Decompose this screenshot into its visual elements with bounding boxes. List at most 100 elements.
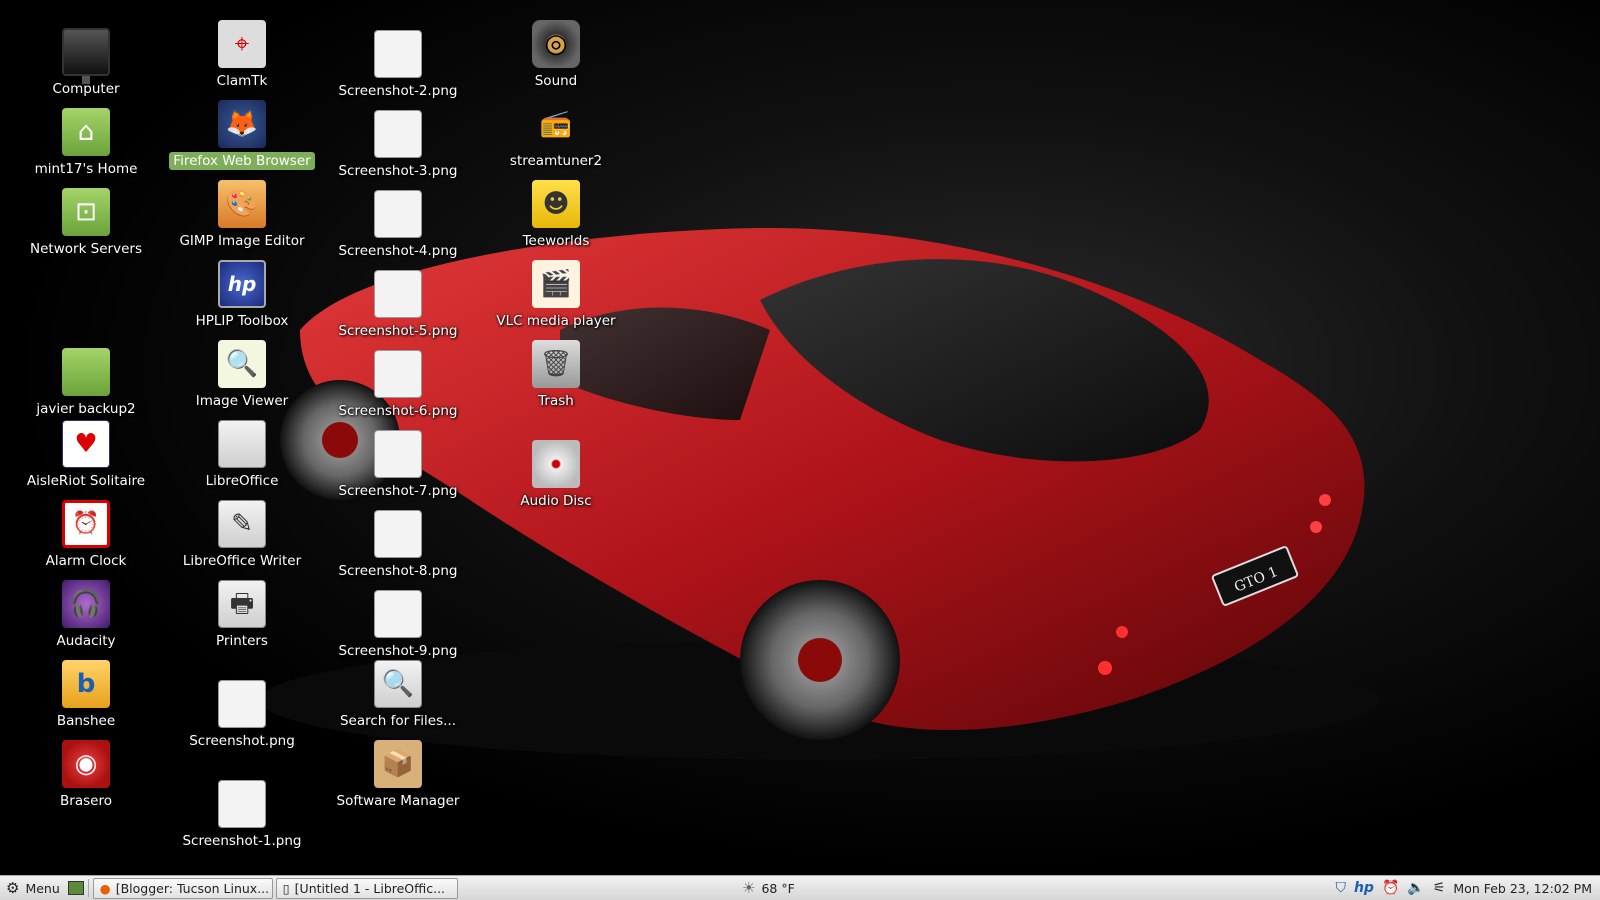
desktop-icon-label: Sound bbox=[534, 73, 578, 89]
taskbar-window-libreoffice[interactable]: ▯ [Untitled 1 - LibreOffic... bbox=[275, 877, 458, 899]
crosshair-icon: ⌖ bbox=[218, 20, 266, 68]
trash-icon: 🗑 bbox=[532, 340, 580, 388]
desktop-icon-label: Alarm Clock bbox=[45, 553, 127, 569]
desktop-icon-label: Brasero bbox=[60, 793, 112, 809]
desktop-icon-software-manager[interactable]: 📦 Software Manager bbox=[323, 740, 473, 810]
desktop-icon-image-viewer[interactable]: 🔍 Image Viewer bbox=[167, 340, 317, 410]
desktop-icon-banshee[interactable]: b Banshee bbox=[11, 660, 161, 730]
weather-applet[interactable]: ☀ 68 °F bbox=[742, 879, 795, 897]
search-icon: 🔍 bbox=[374, 660, 422, 708]
temperature: 68 °F bbox=[761, 880, 795, 896]
desktop-icon-label: mint17's Home bbox=[34, 161, 138, 177]
clock[interactable]: Mon Feb 23, 12:02 PM bbox=[1453, 881, 1592, 896]
taskbar-separator bbox=[87, 879, 89, 897]
desktop-icon-label: Screenshot-4.png bbox=[338, 243, 458, 259]
alarm-clock-icon[interactable]: ⏰ bbox=[1382, 880, 1399, 896]
folder-icon bbox=[62, 348, 110, 396]
desktop-icon-label: Banshee bbox=[56, 713, 116, 729]
desktop-icon-screenshot-8-png[interactable]: Screenshot-8.png bbox=[323, 500, 473, 580]
cards-icon: ♥ bbox=[62, 420, 110, 468]
desktop-icon-label: HPLIP Toolbox bbox=[195, 313, 289, 329]
image-file-icon bbox=[374, 350, 422, 398]
gear-icon: ⚙ bbox=[6, 879, 20, 897]
image-file-icon bbox=[374, 30, 422, 78]
desktop-icon-streamtuner2[interactable]: 📻 streamtuner2 bbox=[481, 100, 631, 170]
desktop-icon-computer[interactable]: Computer bbox=[11, 20, 161, 98]
desktop-icon-label: Image Viewer bbox=[195, 393, 289, 409]
desktop-icon-label: Printers bbox=[216, 633, 268, 649]
network-icon[interactable]: ⚟ bbox=[1433, 880, 1446, 896]
image-file-icon bbox=[374, 510, 422, 558]
desktop-icon-libreoffice-writer[interactable]: ✎ LibreOffice Writer bbox=[167, 500, 317, 570]
menu-button[interactable]: ⚙ Menu bbox=[0, 876, 66, 900]
desktop-icon-label: Screenshot-3.png bbox=[338, 163, 458, 179]
show-desktop-icon[interactable] bbox=[67, 881, 84, 895]
desktop-icon-screenshot-7-png[interactable]: Screenshot-7.png bbox=[323, 420, 473, 500]
image-file-icon bbox=[374, 270, 422, 318]
desktop-icon-screenshot-png[interactable]: Screenshot.png bbox=[167, 670, 317, 750]
desktop-icon-javier-backup2[interactable]: javier backup2 bbox=[11, 340, 161, 418]
desktop-icon-label: Teeworlds bbox=[522, 233, 590, 249]
desktop-icon-clamtk[interactable]: ⌖ ClamTk bbox=[167, 20, 317, 90]
desktop-icon-label: GIMP Image Editor bbox=[179, 233, 305, 249]
desktop-icon-printers[interactable]: 🖶 Printers bbox=[167, 580, 317, 650]
desktop-icon-alarm-clock[interactable]: ⏰ Alarm Clock bbox=[11, 500, 161, 570]
desktop-icon-mint17-s-home[interactable]: ⌂ mint17's Home bbox=[11, 100, 161, 178]
desktop-icon-search-for-files[interactable]: 🔍 Search for Files... bbox=[323, 660, 473, 730]
vlc-icon: 🎬 bbox=[532, 260, 580, 308]
image-file-icon bbox=[374, 590, 422, 638]
desktop-icon-screenshot-3-png[interactable]: Screenshot-3.png bbox=[323, 100, 473, 180]
desktop-icon-trash[interactable]: 🗑 Trash bbox=[481, 340, 631, 410]
desktop-icon-label: Screenshot-5.png bbox=[338, 323, 458, 339]
hp-icon[interactable]: hp bbox=[1354, 880, 1374, 896]
desktop-icon-label: Screenshot-1.png bbox=[182, 833, 302, 849]
desktop-icon-screenshot-1-png[interactable]: Screenshot-1.png bbox=[167, 770, 317, 850]
computer-icon bbox=[62, 28, 110, 84]
document-icon bbox=[218, 420, 266, 468]
desktop-icon-label: Trash bbox=[538, 393, 574, 409]
desktop-icon-vlc-media-player[interactable]: 🎬 VLC media player bbox=[481, 260, 631, 330]
shield-icon[interactable]: ⛉ bbox=[1335, 880, 1346, 896]
package-icon: 📦 bbox=[374, 740, 422, 788]
desktop-icon-hplip-toolbox[interactable]: hp HPLIP Toolbox bbox=[167, 260, 317, 330]
image-file-icon bbox=[374, 110, 422, 158]
desktop-icon-label: Screenshot-6.png bbox=[338, 403, 458, 419]
desktop-icon-screenshot-6-png[interactable]: Screenshot-6.png bbox=[323, 340, 473, 420]
desktop-icon-label: Audacity bbox=[56, 633, 116, 649]
desktop-icon-aisleriot-solitaire[interactable]: ♥ AisleRiot Solitaire bbox=[11, 420, 161, 490]
desktop-icon-label: Screenshot-9.png bbox=[338, 643, 458, 659]
desktop-icon-label: Screenshot.png bbox=[189, 733, 295, 749]
writer-icon: ✎ bbox=[218, 500, 266, 548]
desktop-icon-label: Screenshot-2.png bbox=[338, 83, 458, 99]
gimp-icon: 🎨 bbox=[218, 180, 266, 228]
sun-icon: ☀ bbox=[742, 879, 756, 897]
desktop-icon-label: Screenshot-7.png bbox=[338, 483, 458, 499]
taskbar-window-firefox[interactable]: ● [Blogger: Tucson Linux... bbox=[92, 877, 273, 899]
menu-label: Menu bbox=[25, 880, 60, 896]
desktop-icon-audio-disc[interactable]: 💿 Audio Disc bbox=[481, 440, 631, 510]
taskbar: ⚙ Menu ● [Blogger: Tucson Linux... ▯ [Un… bbox=[0, 875, 1600, 900]
image-file-icon bbox=[218, 680, 266, 728]
system-tray: ⛉ hp ⏰ 🔈 ⚟ Mon Feb 23, 12:02 PM bbox=[1335, 880, 1592, 896]
volume-icon[interactable]: 🔈 bbox=[1407, 880, 1424, 896]
desktop-icon-screenshot-4-png[interactable]: Screenshot-4.png bbox=[323, 180, 473, 260]
speaker-icon: ◎ bbox=[532, 20, 580, 68]
desktop-icon-label: VLC media player bbox=[496, 313, 616, 329]
desktop-icon-audacity[interactable]: 🎧 Audacity bbox=[11, 580, 161, 650]
desktop-icon-label: streamtuner2 bbox=[509, 153, 603, 169]
desktop-icon-network-servers[interactable]: ⊡ Network Servers bbox=[11, 180, 161, 258]
radio-icon: 📻 bbox=[539, 109, 573, 139]
desktop-icon-sound[interactable]: ◎ Sound bbox=[481, 20, 631, 90]
desktop-icon-firefox-web-browser[interactable]: 🦊 Firefox Web Browser bbox=[167, 100, 317, 170]
hp-icon: hp bbox=[218, 260, 266, 308]
desktop-icon-label: Software Manager bbox=[336, 793, 460, 809]
desktop-icon-screenshot-2-png[interactable]: Screenshot-2.png bbox=[323, 20, 473, 100]
desktop-icon-label: Network Servers bbox=[30, 241, 142, 257]
desktop-icon-brasero[interactable]: ◉ Brasero bbox=[11, 740, 161, 810]
desktop-icon-screenshot-5-png[interactable]: Screenshot-5.png bbox=[323, 260, 473, 340]
desktop[interactable]: GTO 1 Computer ⌂ mint17's Home ⊡ Network Ser… bbox=[0, 0, 1600, 875]
desktop-icon-libreoffice[interactable]: LibreOffice bbox=[167, 420, 317, 490]
desktop-icon-screenshot-9-png[interactable]: Screenshot-9.png bbox=[323, 580, 473, 660]
desktop-icon-gimp-image-editor[interactable]: 🎨 GIMP Image Editor bbox=[167, 180, 317, 250]
desktop-icon-teeworlds[interactable]: ☻ Teeworlds bbox=[481, 180, 631, 250]
